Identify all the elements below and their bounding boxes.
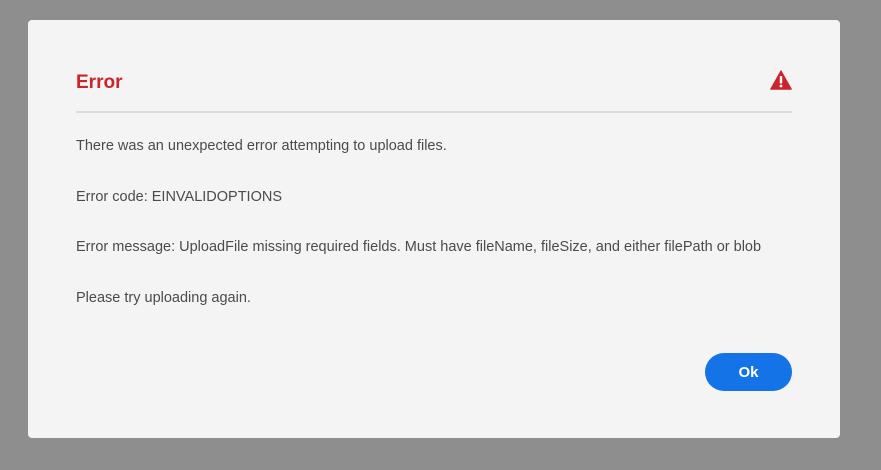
error-dialog: Error There was an unexpected error atte… xyxy=(28,20,840,438)
header-divider xyxy=(76,111,792,113)
error-description: There was an unexpected error attempting… xyxy=(76,138,447,154)
error-code: Error code: EINVALIDOPTIONS xyxy=(76,188,283,205)
error-message: Error message: UploadFile missing requir… xyxy=(76,239,762,255)
dialog-header: Error xyxy=(76,68,792,112)
alert-icon xyxy=(770,70,792,90)
retry-instruction: Please try uploading again. xyxy=(76,289,251,306)
dialog-title: Error xyxy=(76,72,123,93)
ok-button[interactable]: Ok xyxy=(705,353,792,391)
dialog-body: There was an unexpected error attempting… xyxy=(76,136,800,338)
